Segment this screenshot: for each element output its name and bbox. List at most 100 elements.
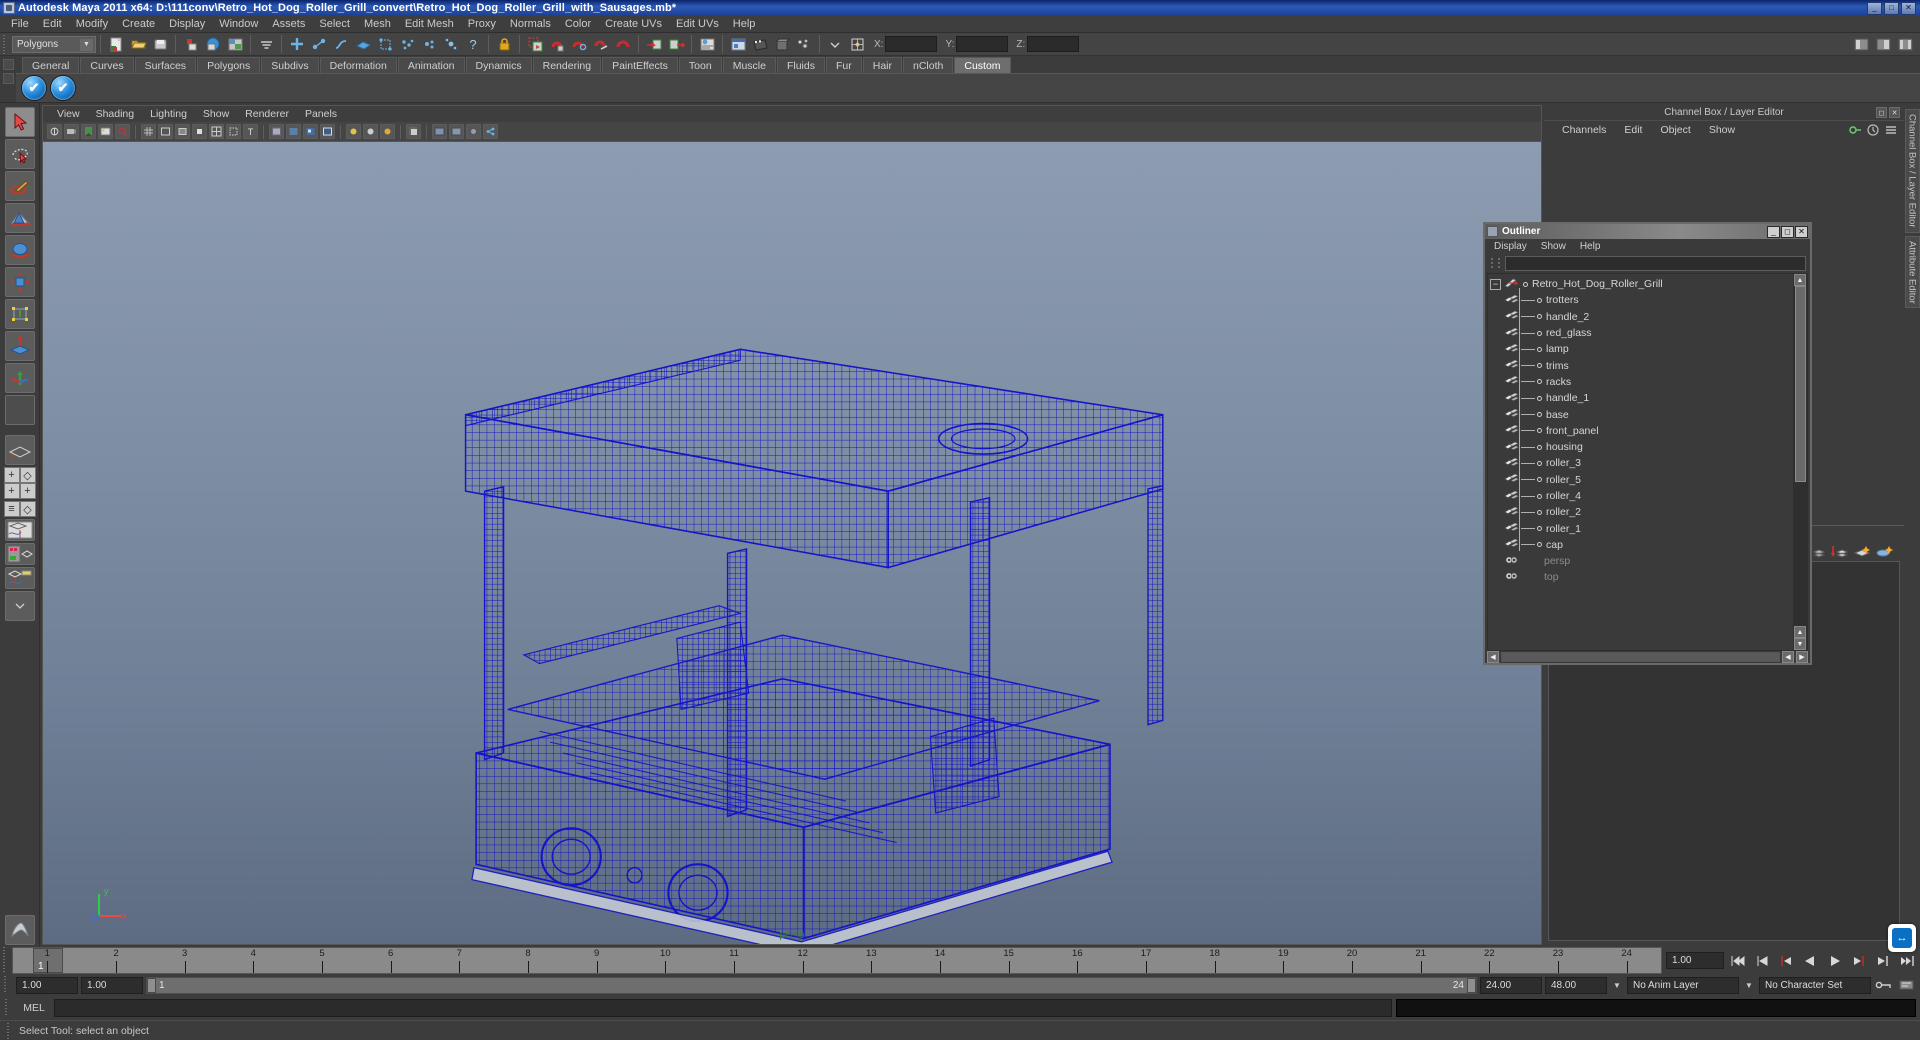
film-gate-icon[interactable] [158,124,173,139]
shelf-tab-deformation[interactable]: Deformation [319,57,397,73]
last-tool-used[interactable] [4,395,35,425]
chevron-down-icon[interactable]: ▼ [80,38,93,51]
channel-box-clock-icon[interactable] [1866,123,1880,137]
y-coordinate-field[interactable] [956,36,1009,52]
outliner-item-label[interactable]: base [1546,409,1569,421]
lock-icon[interactable] [494,34,514,54]
hscroll-left-arrow-icon[interactable]: ◀ [1487,651,1499,663]
side-tab-attribute-editor[interactable]: Attribute Editor [1904,235,1920,309]
layout-quad-bl[interactable]: + [3,483,20,499]
outliner-item-label[interactable]: roller_2 [1546,506,1581,518]
scale-tool[interactable] [4,267,35,297]
move-layer-down-icon[interactable] [1830,543,1848,559]
channel-box-list-icon[interactable] [1884,123,1898,137]
two-dimensional-pan-zoom-icon[interactable] [115,124,130,139]
redo-icon[interactable] [203,34,223,54]
viewport-menu-shading[interactable]: Shading [88,108,143,120]
hypershade-persp-layout[interactable] [4,543,35,565]
scroll-up-arrow-icon[interactable]: ▲ [1794,274,1806,286]
xray-toggle-icon[interactable] [449,124,464,139]
outliner-item-racks[interactable]: racks [1488,374,1793,390]
outliner-item-label[interactable]: roller_3 [1546,457,1581,469]
outliner-item-housing[interactable]: housing [1488,439,1793,455]
viewport-menu-lighting[interactable]: Lighting [142,108,195,120]
command-input[interactable] [54,999,1392,1017]
shelf-tab-toon[interactable]: Toon [678,57,722,73]
playblast-icon[interactable] [750,34,770,54]
character-set-chevron-down-icon[interactable]: ▼ [1742,977,1756,993]
outliner-item-roller_4[interactable]: roller_4 [1488,488,1793,504]
outliner-item-trims[interactable]: trims [1488,357,1793,373]
rotate-tool[interactable] [4,235,35,265]
outliner-horizontal-scrollbar[interactable] [1501,652,1780,662]
four-view-layout[interactable]: + ◇ + + [3,467,36,499]
outliner-window[interactable]: Outliner _ ◻ ✕ Display Show Help − Retro_Ho… [1483,222,1812,665]
character-set-selector[interactable]: No Character Set [1759,976,1871,994]
universal-manipulator-tool[interactable] [4,299,35,329]
range-slider-grip[interactable] [3,976,10,994]
resolution-gate-icon[interactable] [175,124,190,139]
outliner-item-top[interactable]: top [1488,569,1793,585]
animation-preferences-icon[interactable] [1897,976,1917,994]
anim-layer-selector[interactable]: No Anim Layer [1627,976,1739,994]
open-scene-icon[interactable] [128,34,148,54]
auto-key-icon[interactable] [1874,976,1894,994]
outliner-item-roller_1[interactable]: roller_1 [1488,520,1793,536]
shadows-toggle-icon[interactable] [406,124,421,139]
side-tab-channel-box-layer-editor[interactable]: Channel Box / Layer Editor [1904,109,1920,233]
show-channel-box-icon[interactable] [1851,34,1871,54]
go-to-end-icon[interactable] [1896,952,1916,970]
x-coordinate-field[interactable] [885,36,938,52]
select-deformation-icon[interactable] [375,34,395,54]
select-misc-icon[interactable] [441,34,461,54]
hscroll-thumb[interactable] [1502,653,1779,661]
outliner-item-label[interactable]: roller_4 [1546,490,1581,502]
range-start-handle[interactable] [147,977,156,993]
shelf-tab-subdivs[interactable]: Subdivs [261,57,319,73]
smooth-shade-selected-icon[interactable] [303,124,318,139]
outliner-item-label[interactable]: top [1544,571,1559,583]
outliner-item-label[interactable]: red_glass [1546,327,1592,339]
outliner-root-label[interactable]: Retro_Hot_Dog_Roller_Grill [1532,278,1663,290]
shelf-menu-icon[interactable] [2,73,14,84]
outliner-item-label[interactable]: handle_2 [1546,311,1589,323]
time-slider[interactable]: 1 1 2 3 4 5 6 7 8 9 10 11 12 13 14 15 16 17 18 19 20 21 22 23 2… [12,947,1662,974]
outliner-expand-toggle[interactable]: − [1490,278,1501,290]
chevron-down-icon[interactable] [825,34,845,54]
menu-item-select[interactable]: Select [312,17,357,31]
menu-item-display[interactable]: Display [162,17,212,31]
outliner-scroll-thumb[interactable] [1794,286,1806,482]
animation-end-field[interactable]: 24.00 [1480,976,1542,994]
outliner-item-label[interactable]: roller_1 [1546,523,1581,535]
shelf-tab-animation[interactable]: Animation [397,57,465,73]
viewport-menu-renderer[interactable]: Renderer [237,108,297,120]
show-attribute-editor-icon[interactable] [1873,34,1893,54]
play-forwards-icon[interactable] [1824,952,1844,970]
isolate-select-icon[interactable] [432,124,447,139]
outliner-menu-display[interactable]: Display [1489,241,1532,252]
step-forward-key-icon[interactable] [1872,952,1892,970]
move-tool[interactable] [4,203,35,233]
menu-set-selector[interactable]: Polygons ▼ [12,35,96,53]
outliner-item-persp[interactable]: persp [1488,553,1793,569]
outliner-item-label[interactable]: persp [1544,555,1570,567]
command-line-grip[interactable] [4,999,11,1017]
viewport-menu-show[interactable]: Show [195,108,237,120]
use-default-lighting-icon[interactable] [346,124,361,139]
outliner-item-lamp[interactable]: lamp [1488,341,1793,357]
shelf-tab-general[interactable]: General [22,57,80,73]
shelf-tab-dynamics[interactable]: Dynamics [465,57,532,73]
viewport-menu-panels[interactable]: Panels [297,108,345,120]
outliner-item-label[interactable]: housing [1546,441,1583,453]
gate-mask-icon[interactable] [192,124,207,139]
layout-quad-tl[interactable]: + [3,467,20,483]
layout-outliner-pane[interactable]: ≡ [3,501,20,517]
outliner-item-label[interactable]: handle_1 [1546,392,1589,404]
outliner-item-trotters[interactable]: trotters [1488,292,1793,308]
paint-select-tool[interactable] [4,171,35,201]
outliner-tree[interactable]: − Retro_Hot_Dog_Roller_Grill trotters handl… [1487,273,1808,651]
shelf-tab-ncloth[interactable]: nCloth [903,57,954,73]
layout-quad-tr[interactable]: ◇ [19,467,36,483]
menu-item-edit-uvs[interactable]: Edit UVs [669,17,726,31]
snap-view-plane-icon[interactable] [591,34,611,54]
